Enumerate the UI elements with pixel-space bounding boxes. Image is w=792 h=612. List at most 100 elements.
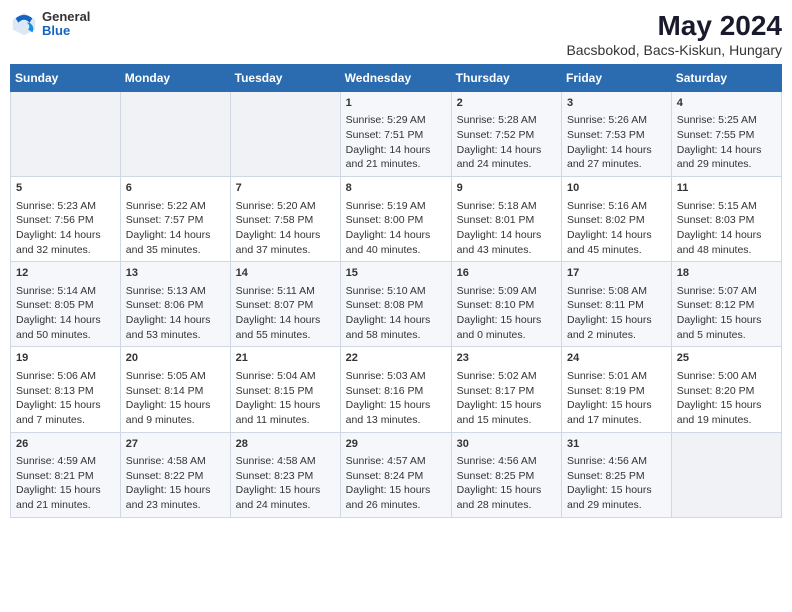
daylight-text: Daylight: 14 hours and 29 minutes. [677,144,762,171]
title-block: May 2024 Bacsbokod, Bacs-Kiskun, Hungary [566,10,782,58]
day-number: 21 [236,351,335,366]
day-number: 17 [567,266,666,281]
day-number: 12 [16,266,115,281]
sunset-text: Sunset: 7:51 PM [346,129,424,141]
calendar-cell: 2Sunrise: 5:28 AMSunset: 7:52 PMDaylight… [451,92,561,177]
day-number: 10 [567,181,666,196]
calendar-cell: 4Sunrise: 5:25 AMSunset: 7:55 PMDaylight… [671,92,781,177]
daylight-text: Daylight: 14 hours and 37 minutes. [236,229,321,256]
calendar-cell: 13Sunrise: 5:13 AMSunset: 8:06 PMDayligh… [120,262,230,347]
calendar-cell: 25Sunrise: 5:00 AMSunset: 8:20 PMDayligh… [671,347,781,432]
daylight-text: Daylight: 15 hours and 7 minutes. [16,399,101,426]
daylight-text: Daylight: 14 hours and 40 minutes. [346,229,431,256]
sunrise-text: Sunrise: 5:22 AM [126,200,206,212]
sunrise-text: Sunrise: 5:03 AM [346,370,426,382]
day-number: 19 [16,351,115,366]
col-header-sunday: Sunday [11,65,121,92]
logo-blue: Blue [42,24,90,38]
sunrise-text: Sunrise: 5:15 AM [677,200,757,212]
day-number: 6 [126,181,225,196]
sunrise-text: Sunrise: 5:08 AM [567,285,647,297]
day-number: 26 [16,437,115,452]
daylight-text: Daylight: 15 hours and 26 minutes. [346,484,431,511]
calendar-header-row: SundayMondayTuesdayWednesdayThursdayFrid… [11,65,782,92]
day-number: 30 [457,437,556,452]
sunset-text: Sunset: 8:05 PM [16,299,94,311]
day-number: 5 [16,181,115,196]
sunrise-text: Sunrise: 5:11 AM [236,285,315,297]
sunset-text: Sunset: 8:21 PM [16,470,94,482]
sunset-text: Sunset: 8:06 PM [126,299,204,311]
calendar-cell: 18Sunrise: 5:07 AMSunset: 8:12 PMDayligh… [671,262,781,347]
sunrise-text: Sunrise: 4:59 AM [16,455,96,467]
daylight-text: Daylight: 15 hours and 28 minutes. [457,484,542,511]
logo-general: General [42,10,90,24]
daylight-text: Daylight: 15 hours and 5 minutes. [677,314,762,341]
sunrise-text: Sunrise: 4:58 AM [126,455,206,467]
daylight-text: Daylight: 15 hours and 17 minutes. [567,399,652,426]
day-number: 27 [126,437,225,452]
calendar-week-row: 12 Sunrise: 5:14 AM Sunset: 8:05 PM Dayligh… [11,262,782,347]
day-number: 4 [677,96,776,111]
sunrise-text: Sunrise: 5:29 AM [346,114,426,126]
daylight-text: Daylight: 15 hours and 11 minutes. [236,399,321,426]
daylight-text: Daylight: 14 hours and 24 minutes. [457,144,542,171]
sunrise-text: Sunrise: 5:04 AM [236,370,316,382]
sunset-text: Sunset: 8:12 PM [677,299,755,311]
logo-icon [10,10,38,38]
logo: General Blue [10,10,90,39]
sunrise-text: Sunrise: 5:06 AM [16,370,96,382]
sunrise-text: Sunrise: 4:58 AM [236,455,316,467]
sunset-text: Sunset: 8:19 PM [567,385,645,397]
day-number: 23 [457,351,556,366]
calendar-cell [11,92,121,177]
sunset-text: Sunset: 8:16 PM [346,385,424,397]
sunrise-text: Sunrise: 5:05 AM [126,370,206,382]
calendar-cell: 16Sunrise: 5:09 AMSunset: 8:10 PMDayligh… [451,262,561,347]
sunrise-text: Sunrise: 5:00 AM [677,370,757,382]
daylight-text: Daylight: 14 hours and 27 minutes. [567,144,652,171]
daylight-text: Daylight: 14 hours and 55 minutes. [236,314,321,341]
sunrise-text: Sunrise: 5:02 AM [457,370,537,382]
sunset-text: Sunset: 8:07 PM [236,299,314,311]
daylight-text: Daylight: 15 hours and 15 minutes. [457,399,542,426]
calendar-cell: 10Sunrise: 5:16 AMSunset: 8:02 PMDayligh… [562,177,672,262]
calendar-cell: 19Sunrise: 5:06 AMSunset: 8:13 PMDayligh… [11,347,121,432]
calendar-cell: 20Sunrise: 5:05 AMSunset: 8:14 PMDayligh… [120,347,230,432]
day-number: 9 [457,181,556,196]
calendar-cell [671,432,781,517]
day-number: 18 [677,266,776,281]
sunset-text: Sunset: 8:00 PM [346,214,424,226]
daylight-text: Daylight: 14 hours and 50 minutes. [16,314,101,341]
day-number: 1 [346,96,446,111]
day-number: 20 [126,351,225,366]
calendar-cell: 30Sunrise: 4:56 AMSunset: 8:25 PMDayligh… [451,432,561,517]
daylight-text: Daylight: 14 hours and 35 minutes. [126,229,211,256]
logo-text: General Blue [42,10,90,39]
daylight-text: Daylight: 15 hours and 24 minutes. [236,484,321,511]
sunset-text: Sunset: 7:58 PM [236,214,314,226]
calendar-cell: 12 Sunrise: 5:14 AM Sunset: 8:05 PM Dayligh… [11,262,121,347]
daylight-text: Daylight: 14 hours and 53 minutes. [126,314,211,341]
sunset-text: Sunset: 8:01 PM [457,214,535,226]
calendar-cell: 6Sunrise: 5:22 AMSunset: 7:57 PMDaylight… [120,177,230,262]
calendar-cell [230,92,340,177]
sunset-text: Sunset: 8:02 PM [567,214,645,226]
sunset-text: Sunset: 7:55 PM [677,129,755,141]
sunset-text: Sunset: 8:10 PM [457,299,535,311]
sunrise-text: Sunrise: 5:14 AM [16,285,96,297]
daylight-text: Daylight: 15 hours and 13 minutes. [346,399,431,426]
calendar-cell: 26Sunrise: 4:59 AMSunset: 8:21 PMDayligh… [11,432,121,517]
day-number: 15 [346,266,446,281]
sunrise-text: Sunrise: 4:56 AM [457,455,537,467]
daylight-text: Daylight: 14 hours and 21 minutes. [346,144,431,171]
sunrise-text: Sunrise: 4:57 AM [346,455,426,467]
sunrise-text: Sunrise: 5:09 AM [457,285,537,297]
sunset-text: Sunset: 8:11 PM [567,299,644,311]
calendar-week-row: 1 Sunrise: 5:29 AM Sunset: 7:51 PM Daylight… [11,92,782,177]
sunset-text: Sunset: 7:53 PM [567,129,645,141]
daylight-text: Daylight: 15 hours and 9 minutes. [126,399,211,426]
calendar-table: SundayMondayTuesdayWednesdayThursdayFrid… [10,64,782,518]
daylight-text: Daylight: 14 hours and 48 minutes. [677,229,762,256]
daylight-text: Daylight: 14 hours and 58 minutes. [346,314,431,341]
